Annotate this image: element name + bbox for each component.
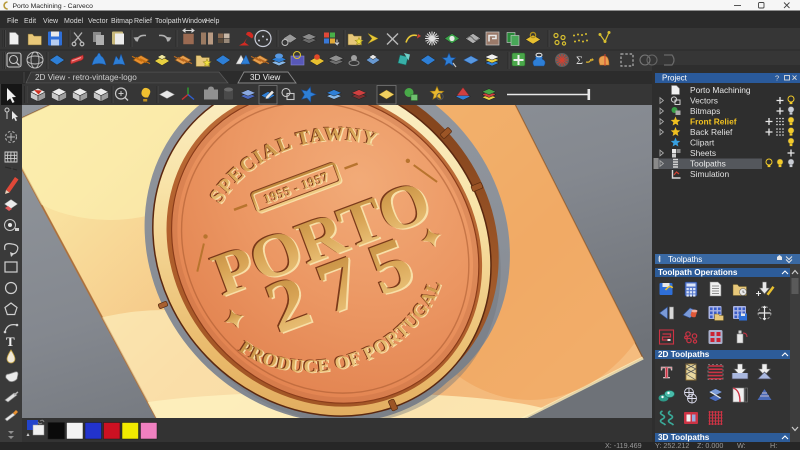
svg-text:?: ? <box>775 74 779 83</box>
svg-text:W:: W: <box>737 441 746 450</box>
svg-text:T: T <box>6 334 15 349</box>
svg-text:Relief: Relief <box>134 18 152 25</box>
svg-text:Simulation: Simulation <box>690 169 729 179</box>
svg-text:T: T <box>661 363 673 382</box>
svg-text:Edit: Edit <box>24 18 36 25</box>
svg-text:Front Relief: Front Relief <box>690 117 737 127</box>
svg-text:File: File <box>7 18 18 25</box>
svg-text:2D Toolpaths: 2D Toolpaths <box>658 350 710 359</box>
svg-text:X: -119.469: X: -119.469 <box>605 441 642 450</box>
svg-text:Help: Help <box>205 18 220 25</box>
svg-text:3D View: 3D View <box>250 73 280 82</box>
svg-text:Porto Machining: Porto Machining <box>690 85 751 95</box>
svg-text:Porto Machining - Carveco: Porto Machining - Carveco <box>13 3 94 10</box>
svg-text:Toolpath: Toolpath <box>155 18 182 25</box>
svg-text:Toolpaths: Toolpaths <box>690 159 726 169</box>
svg-text:Vector: Vector <box>88 18 109 25</box>
svg-text:Z: 0.000: Z: 0.000 <box>697 441 723 450</box>
svg-text:Σ: Σ <box>576 53 583 67</box>
svg-text:Project: Project <box>662 74 688 83</box>
svg-text:Bitmaps: Bitmaps <box>690 106 720 116</box>
svg-text:Window: Window <box>182 18 208 25</box>
svg-text:H:: H: <box>770 441 777 450</box>
svg-text:Vectors: Vectors <box>690 96 718 106</box>
svg-text:2D View - retro-vintage-logo: 2D View - retro-vintage-logo <box>35 73 137 82</box>
svg-text:Sheets: Sheets <box>690 148 716 158</box>
svg-text:View: View <box>43 18 59 25</box>
svg-text:Y: 252.212: Y: 252.212 <box>655 441 689 450</box>
svg-text:Model: Model <box>64 18 84 25</box>
svg-text:Toolpaths: Toolpaths <box>668 255 702 264</box>
svg-text:Toolpath Operations: Toolpath Operations <box>658 268 738 277</box>
svg-text:Clipart: Clipart <box>690 138 715 148</box>
svg-text:Bitmap: Bitmap <box>111 18 133 25</box>
svg-text:Back Relief: Back Relief <box>690 127 733 137</box>
